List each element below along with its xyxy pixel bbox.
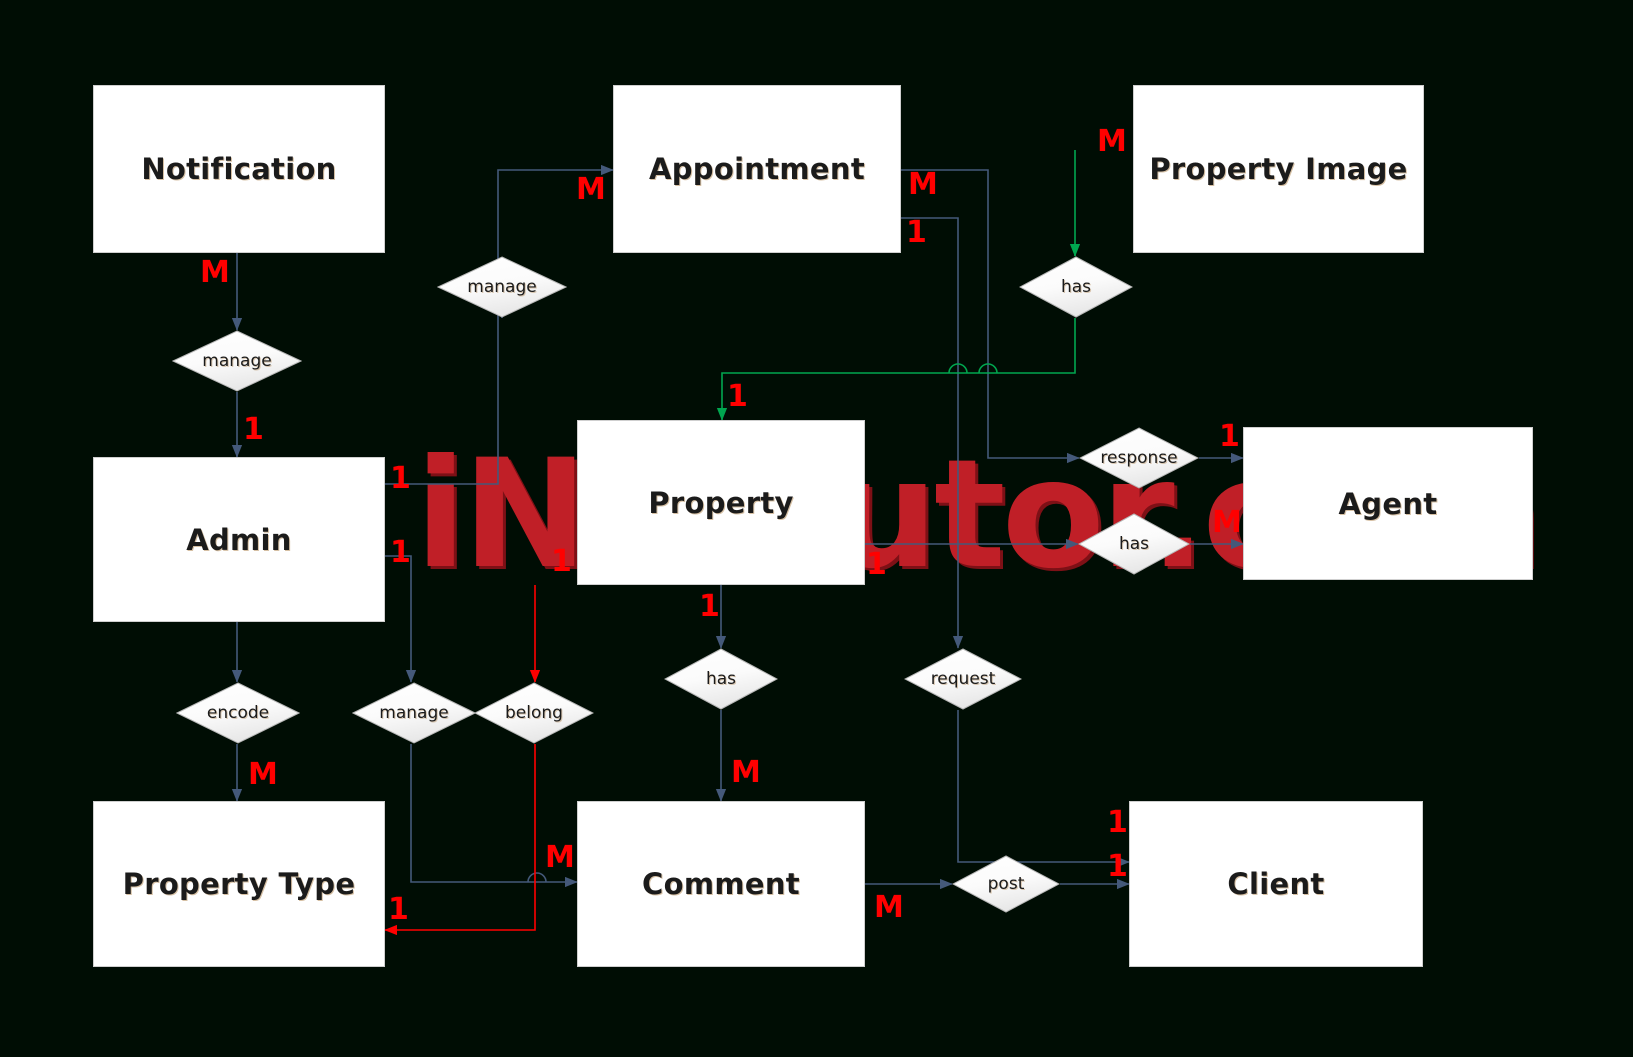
relationship-has-comment[interactable]: has [664, 648, 778, 710]
relationship-label: response [1100, 448, 1178, 468]
relationship-label: request [930, 669, 996, 689]
relationship-post-comment-client[interactable]: post [952, 855, 1060, 913]
relationship-request-client[interactable]: request [904, 648, 1022, 710]
entity-label: Notification [141, 152, 337, 186]
relationship-label: encode [206, 703, 270, 723]
relationship-has-property-image[interactable]: has [1019, 256, 1133, 318]
relationship-label: post [987, 874, 1025, 894]
entity-property-type[interactable]: Property Type [93, 801, 385, 967]
relationship-manage-admin-appointment[interactable]: manage [437, 256, 567, 318]
entity-label: Property Type [122, 867, 356, 901]
relationship-label: manage [467, 277, 537, 297]
entity-client[interactable]: Client [1129, 801, 1423, 967]
relationship-label: has [1060, 277, 1092, 297]
entity-comment[interactable]: Comment [577, 801, 865, 967]
relationship-manage-notification-admin[interactable]: manage [172, 330, 302, 392]
entity-property[interactable]: Property [577, 420, 865, 585]
relationship-label: manage [202, 351, 272, 371]
entity-agent[interactable]: Agent [1243, 427, 1533, 580]
entity-label: Property Image [1149, 152, 1408, 186]
relationship-encode-property-type[interactable]: encode [176, 682, 300, 744]
entity-label: Appointment [648, 152, 866, 186]
relationship-has-agent[interactable]: has [1078, 513, 1190, 575]
relationship-manage-comment[interactable]: manage [352, 682, 476, 744]
entity-admin[interactable]: Admin [93, 457, 385, 622]
entity-label: Admin [186, 522, 292, 557]
entity-label: Property [648, 485, 794, 520]
relationship-label: has [1118, 534, 1150, 554]
relationship-response-agent[interactable]: response [1079, 427, 1199, 489]
entity-label: Agent [1338, 486, 1438, 521]
relationship-label: has [705, 669, 737, 689]
entity-appointment[interactable]: Appointment [613, 85, 901, 253]
entity-property-image[interactable]: Property Image [1133, 85, 1424, 253]
entity-label: Client [1227, 867, 1325, 901]
relationship-label: manage [379, 703, 449, 723]
relationship-belong-property-type[interactable]: belong [474, 682, 594, 744]
er-diagram-canvas: iNetTutor.com Notification Appointment P… [0, 0, 1633, 1057]
entity-label: Comment [642, 867, 800, 901]
entity-notification[interactable]: Notification [93, 85, 385, 253]
relationship-label: belong [505, 703, 563, 723]
